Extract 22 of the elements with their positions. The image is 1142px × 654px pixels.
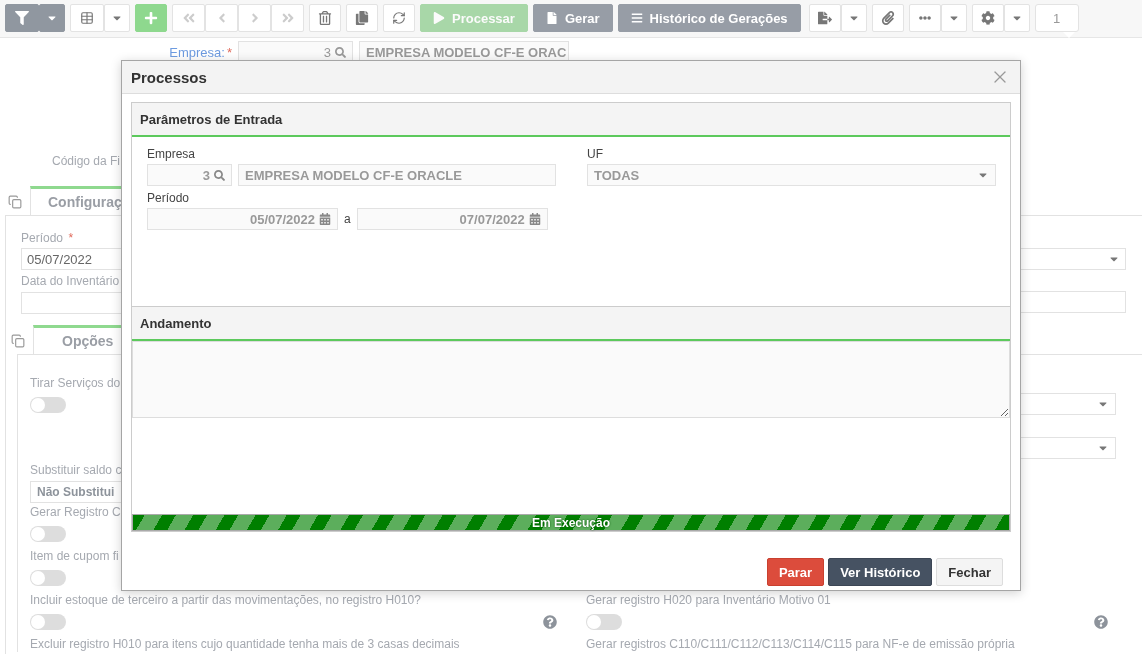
company-label: Empresa:* (168, 44, 232, 60)
page-indicator: 1 (1034, 4, 1079, 32)
range-separator: a (343, 212, 352, 226)
branch-label: Código da Fi (52, 154, 121, 168)
company-name-field: EMPRESA MODELO CF-E ORAC (359, 41, 569, 63)
field-label: UF (587, 147, 604, 161)
field-label: Empresa (147, 147, 197, 161)
field-label: Período * (21, 230, 74, 246)
field-label: Período (147, 191, 191, 205)
option-label: Tirar Serviços do (30, 375, 121, 391)
option-label: Substituir saldo c (30, 462, 122, 478)
panel-title: Andamento (132, 307, 1010, 341)
panel-title: Parâmetros de Entrada (132, 103, 1010, 137)
field-label: Data do Inventário (21, 273, 120, 289)
option-label: Incluir estoque de terceiro a partir das movimentações, no registro H010? (30, 592, 421, 608)
dialog-title: Processos (131, 68, 207, 86)
option-label: Item de cupom fi (30, 548, 119, 564)
option-label: Gerar registros C110/C111/C112/C113/C114/C115 para NF-e de emissão própria (586, 636, 1015, 652)
company-name-field: EMPRESA MODELO CF-E ORACLE (238, 164, 556, 186)
option-label: Gerar registro H020 para Inventário Motivo 01 (586, 592, 831, 608)
option-label: Excluir registro H010 para itens cujo quantidade tenha mais de 3 casas decimais (30, 636, 460, 652)
option-label: Gerar Registro C (30, 504, 121, 520)
